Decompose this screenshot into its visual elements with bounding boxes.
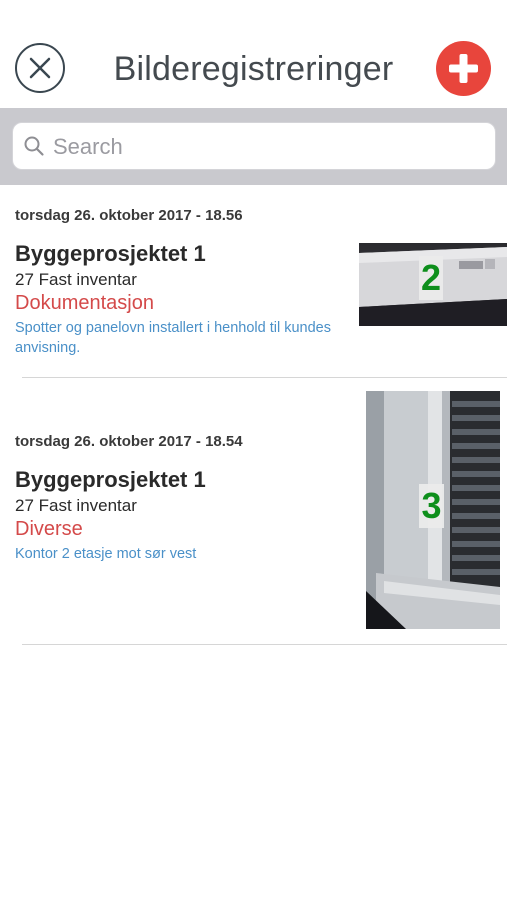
photo-number: 3 [419, 484, 444, 528]
entry-description: Kontor 2 etasje mot sør vest [15, 546, 197, 562]
entry-category: Diverse [15, 518, 83, 540]
entry-photo[interactable]: 2 [359, 243, 507, 326]
entry-photo[interactable]: 3 [366, 391, 500, 629]
entry-description: Spotter og panelovn installert i henhold… [15, 320, 331, 356]
entry-project: Byggeprosjektet 1 [15, 241, 206, 266]
list-item[interactable]: torsdag 26. oktober 2017 - 18.56 Byggepr… [0, 185, 507, 378]
search-icon [24, 136, 44, 156]
close-icon [29, 57, 51, 79]
close-button[interactable] [15, 43, 65, 93]
entry-project: Byggeprosjektet 1 [15, 467, 206, 492]
navigation-header: Bilderegistreringer [0, 0, 507, 108]
photo-number: 2 [419, 256, 443, 300]
search-field[interactable] [12, 122, 496, 170]
add-button[interactable] [436, 41, 491, 96]
page-title: Bilderegistreringer [113, 50, 394, 88]
list-item[interactable]: torsdag 26. oktober 2017 - 18.54 Byggepr… [0, 378, 507, 645]
entry-date: torsdag 26. oktober 2017 - 18.54 [15, 433, 243, 450]
search-input[interactable] [51, 129, 485, 165]
entry-date: torsdag 26. oktober 2017 - 18.56 [15, 207, 243, 224]
search-bar [0, 108, 507, 185]
entry-item: 27 Fast inventar [15, 496, 137, 515]
divider [22, 644, 507, 645]
entry-category: Dokumentasjon [15, 292, 154, 314]
entry-item: 27 Fast inventar [15, 270, 137, 289]
plus-icon [449, 54, 478, 83]
